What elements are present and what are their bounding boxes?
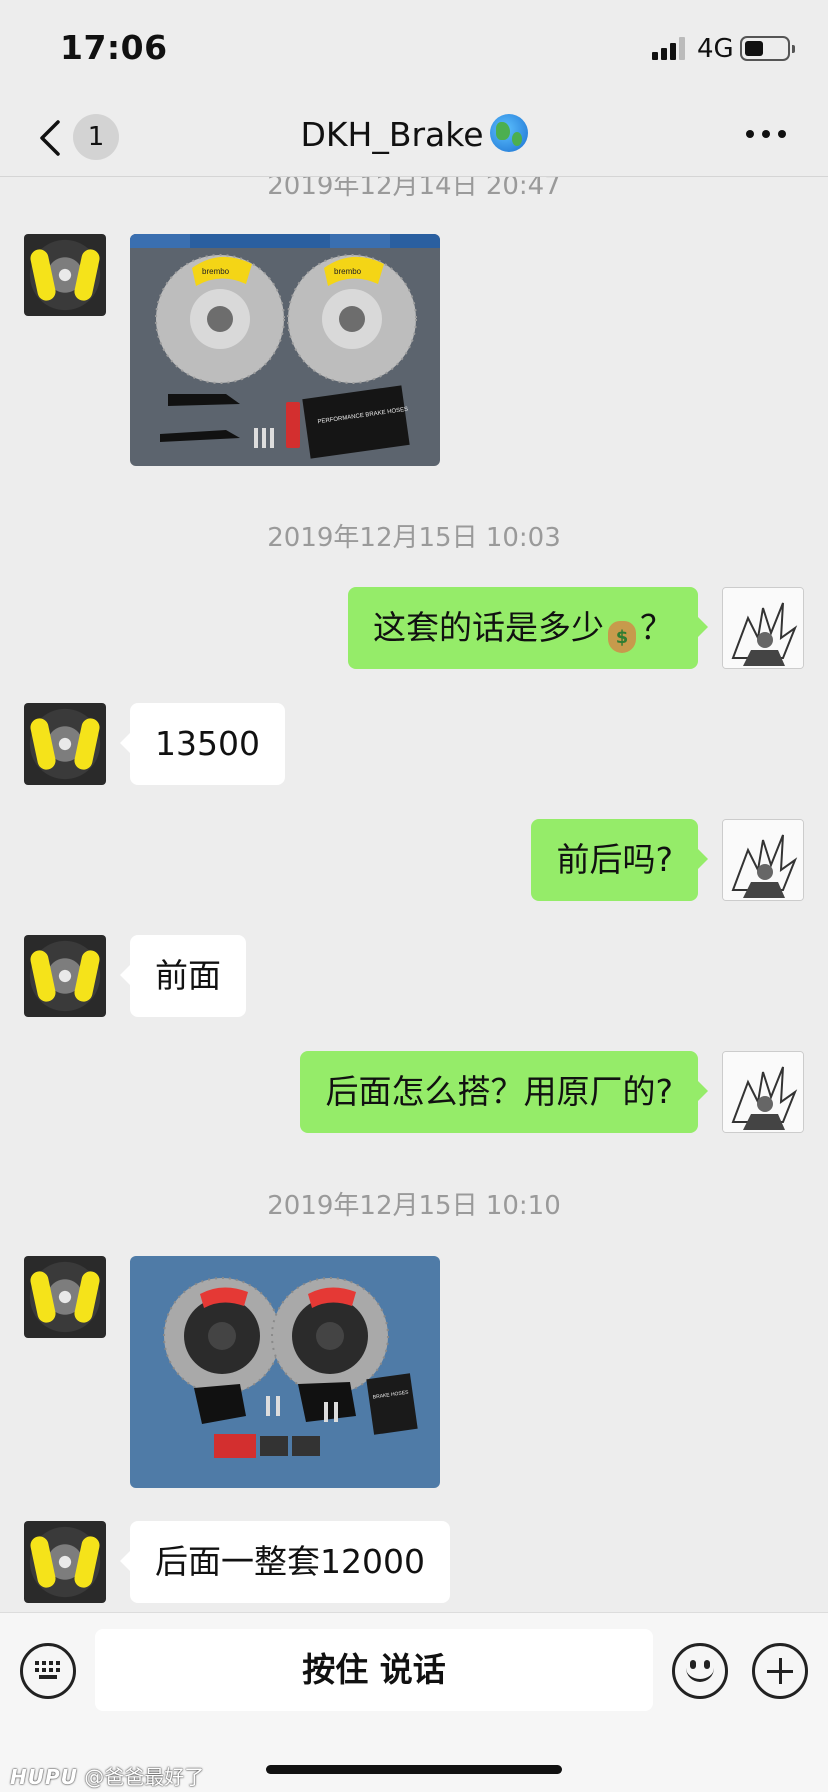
battery-icon xyxy=(740,36,795,61)
avatar-contact[interactable] xyxy=(24,1256,106,1338)
timestamp: 2019年12月15日 10:03 xyxy=(267,523,561,553)
status-bar: 17:06 4G xyxy=(0,0,828,100)
emoji-button[interactable] xyxy=(672,1643,728,1699)
avatar-contact[interactable] xyxy=(24,703,106,785)
message-list[interactable]: 2019年12月14日 20:47 brembo brembo PERFORMA… xyxy=(0,177,828,1612)
avatar-self[interactable] xyxy=(722,819,804,901)
hold-to-talk-button[interactable]: 按住 说话 xyxy=(95,1629,653,1711)
contact-name: DKH_Brake xyxy=(300,115,484,154)
input-bar: 按住 说话 HUPU @爸爸最好了 xyxy=(0,1612,828,1792)
message-bubble-outgoing[interactable]: 后面怎么搭？用原厂的? xyxy=(300,1051,708,1133)
message-bubble-incoming[interactable]: 13500 xyxy=(120,703,285,785)
money-bag-icon: $ xyxy=(608,621,636,653)
avatar-self[interactable] xyxy=(722,587,804,669)
timestamp: 2019年12月15日 10:10 xyxy=(267,1191,561,1221)
image-message-brake-kit-red[interactable]: BRAKE HOSES xyxy=(130,1256,440,1488)
status-time: 17:06 xyxy=(60,28,168,67)
watermark-user: @爸爸最好了 xyxy=(84,1765,205,1789)
message-bubble-outgoing[interactable]: 前后吗? xyxy=(531,819,708,901)
keyboard-icon xyxy=(35,1661,61,1681)
watermark-brand: HUPU xyxy=(10,1765,78,1789)
chat-header: 1 DKH_Brake xyxy=(0,100,828,177)
chat-title: DKH_Brake xyxy=(0,114,828,154)
message-bubble-incoming[interactable]: 前面 xyxy=(120,935,246,1017)
keyboard-toggle-button[interactable] xyxy=(20,1643,76,1699)
avatar-contact[interactable] xyxy=(24,234,106,316)
avatar-contact[interactable] xyxy=(24,1521,106,1603)
network-type: 4G xyxy=(697,34,734,64)
image-message-brake-kit-yellow[interactable]: brembo brembo PERFORMANCE BRAKE HOSES xyxy=(130,234,440,466)
avatar-contact[interactable] xyxy=(24,935,106,1017)
avatar-self[interactable] xyxy=(722,1051,804,1133)
watermark: HUPU @爸爸最好了 xyxy=(10,1761,204,1790)
signal-icon xyxy=(652,36,690,60)
more-button[interactable] xyxy=(746,130,786,140)
message-text-suffix: ？ xyxy=(640,608,673,647)
message-text: 这套的话是多少 xyxy=(373,608,604,647)
timestamp: 2019年12月14日 20:47 xyxy=(267,177,561,201)
more-actions-button[interactable] xyxy=(752,1643,808,1699)
message-bubble-incoming[interactable]: 后面一整套12000 xyxy=(120,1521,450,1603)
globe-icon xyxy=(489,114,528,152)
message-bubble-outgoing[interactable]: 这套的话是多少 $？ xyxy=(348,587,708,669)
caliper-brand-text: brembo xyxy=(202,267,230,276)
home-indicator[interactable] xyxy=(266,1765,562,1774)
caliper-brand-text: brembo xyxy=(334,267,362,276)
